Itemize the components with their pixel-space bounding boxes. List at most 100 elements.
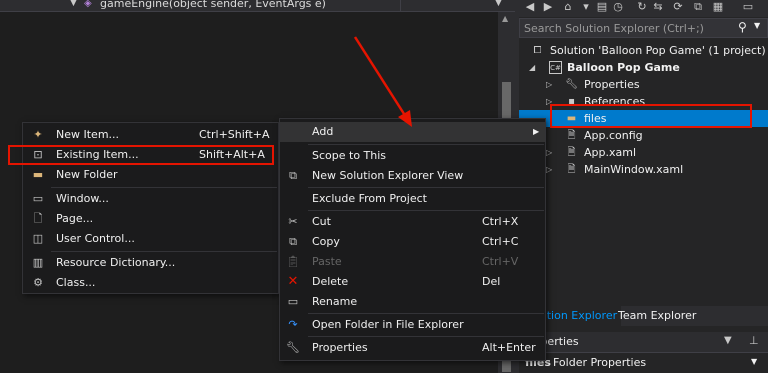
show-all-files-icon[interactable]: ▤ <box>595 0 609 14</box>
tree-item-label: Balloon Pop Game <box>567 61 680 74</box>
menu-item-cut[interactable]: ✂ Cut Ctrl+X <box>280 212 545 232</box>
back-icon[interactable]: ◀ <box>523 0 537 14</box>
menu-item-label: Add <box>312 125 334 138</box>
tree-item-app-config[interactable]: 🗎︎ App.config <box>519 127 768 144</box>
xaml-file-icon: 🗎︎ <box>567 164 576 175</box>
context-menu: Add ▶ Scope to This ⧉ New Solution Explo… <box>279 118 546 361</box>
tree-item-label: Solution 'Balloon Pop Game' (1 project) <box>550 44 766 57</box>
home-icon[interactable]: ⌂ <box>561 0 575 14</box>
config-file-icon: 🗎︎ <box>567 130 576 141</box>
collapsed-arrow-icon[interactable]: ▷ <box>546 76 552 93</box>
properties-icon[interactable]: ▦ <box>711 0 725 14</box>
explorer-tab-strip: Solution Explorer Team Explorer <box>519 306 768 326</box>
menu-item-label: Resource Dictionary... <box>56 256 176 269</box>
menu-item-window[interactable]: ▭ Window... <box>23 189 278 209</box>
menu-separator <box>308 210 544 211</box>
collapsed-arrow-icon[interactable]: ▷ <box>546 161 552 178</box>
menu-item-shortcut: Ctrl+V <box>482 255 519 268</box>
menu-separator <box>308 187 544 188</box>
menu-item-rename[interactable]: ▭ Rename <box>280 292 545 312</box>
solution-icon: ⧠ <box>533 45 542 56</box>
resource-dictionary-icon: ▥ <box>32 256 44 269</box>
menu-item-shortcut: Alt+Enter <box>482 341 536 354</box>
menu-item-label: Rename <box>312 295 358 308</box>
tree-item-label: MainWindow.xaml <box>584 163 684 176</box>
chevron-down-icon[interactable]: ▼ <box>70 0 77 8</box>
scroll-up-icon[interactable]: ▲ <box>502 14 508 23</box>
search-input[interactable] <box>524 21 734 36</box>
user-control-icon: ◫ <box>32 232 44 245</box>
menu-item-page[interactable]: 🗋︎ Page... <box>23 209 278 229</box>
method-signature[interactable]: gameEngine(object sender, EventArgs e) <box>100 0 326 10</box>
menu-item-label: Paste <box>312 255 342 268</box>
highlight-box <box>8 145 274 165</box>
switch-views-icon[interactable]: ▾ <box>579 0 593 14</box>
menu-item-user-control[interactable]: ◫ User Control... <box>23 229 278 249</box>
tree-item-properties[interactable]: ▷ 🔧︎ Properties <box>519 76 768 93</box>
menu-item-label: Copy <box>312 235 340 248</box>
tab-team-explorer[interactable]: Team Explorer <box>614 306 700 326</box>
pending-changes-icon[interactable]: ↻ <box>635 0 649 14</box>
menu-item-delete[interactable]: ✕ Delete Del <box>280 272 545 292</box>
menu-item-shortcut: Ctrl+Shift+A <box>199 128 270 141</box>
sync-icon[interactable]: ⇆ <box>651 0 665 14</box>
menu-item-resource-dictionary[interactable]: ▥ Resource Dictionary... <box>23 253 278 273</box>
window-icon: ▭ <box>32 192 44 205</box>
collapsed-arrow-icon[interactable]: ▷ <box>546 144 552 161</box>
menu-item-open-folder-in-file-explorer[interactable]: ↷ Open Folder in File Explorer <box>280 315 545 335</box>
menu-item-label: Page... <box>56 212 94 225</box>
selected-object-type: Folder Properties <box>553 356 647 369</box>
cut-icon: ✂ <box>288 215 298 228</box>
menu-item-copy[interactable]: ⧉ Copy Ctrl+C <box>280 232 545 252</box>
menu-item-shortcut: Del <box>482 275 501 288</box>
tree-item-label: App.config <box>584 129 643 142</box>
menu-item-label: User Control... <box>56 232 135 245</box>
menu-item-new-item[interactable]: ✦ New Item... Ctrl+Shift+A <box>23 125 278 145</box>
forward-icon[interactable]: ▶ <box>541 0 555 14</box>
chevron-down-icon[interactable]: ▼ <box>495 0 502 8</box>
menu-item-add[interactable]: Add ▶ <box>280 122 545 142</box>
menu-item-label: Properties <box>312 341 368 354</box>
tree-item-app-xaml[interactable]: ▷ 🗎︎ App.xaml <box>519 144 768 161</box>
tree-item-project[interactable]: ◢ C# Balloon Pop Game <box>519 59 768 76</box>
xaml-file-icon: 🗎︎ <box>567 147 576 158</box>
menu-item-label: Scope to This <box>312 149 387 162</box>
method-icon: ◈ <box>84 0 92 9</box>
tree-item-label: Properties <box>584 78 640 91</box>
menu-separator <box>308 313 544 314</box>
chevron-down-icon[interactable]: ▼ <box>754 21 760 30</box>
tree-item-mainwindow-xaml[interactable]: ▷ 🗎︎ MainWindow.xaml <box>519 161 768 178</box>
pin-icon[interactable]: ⊥ <box>749 334 759 347</box>
properties-panel-header: Properties ▼ ⊥ <box>519 332 768 352</box>
properties-object-selector[interactable]: files Folder Properties ▼ <box>519 352 768 373</box>
menu-item-scope-to-this[interactable]: Scope to This <box>280 146 545 166</box>
rename-icon: ▭ <box>287 295 299 308</box>
solution-explorer-search[interactable]: ⚲ ▼ <box>519 18 768 38</box>
menu-separator <box>51 251 277 252</box>
new-folder-icon: ▬ <box>32 168 44 181</box>
dropdown-icon[interactable]: ▼ <box>724 335 732 346</box>
collapse-all-icon[interactable]: ⧉ <box>691 0 705 14</box>
refresh-icon[interactable]: ⟳ <box>671 0 685 14</box>
menu-item-label: Cut <box>312 215 331 228</box>
menu-item-label: Delete <box>312 275 349 288</box>
tree-item-solution[interactable]: ⧠ Solution 'Balloon Pop Game' (1 project… <box>519 42 768 59</box>
menu-item-exclude-from-project[interactable]: Exclude From Project <box>280 189 545 209</box>
menu-item-new-folder[interactable]: ▬ New Folder <box>23 165 278 185</box>
menu-separator <box>308 336 544 337</box>
delete-icon: ✕ <box>287 274 299 289</box>
menu-item-label: Class... <box>56 276 96 289</box>
new-item-icon: ✦ <box>33 128 43 141</box>
expanded-arrow-icon[interactable]: ◢ <box>529 59 535 76</box>
search-icon[interactable]: ⚲ <box>738 20 747 34</box>
menu-item-new-solution-explorer-view[interactable]: ⧉ New Solution Explorer View <box>280 166 545 186</box>
chevron-down-icon[interactable]: ▼ <box>751 357 757 366</box>
nav-divider <box>400 0 401 12</box>
preview-icon[interactable]: ▭ <box>741 0 755 14</box>
refresh-icon: ↷ <box>288 318 298 331</box>
wrench-icon: 🔧︎ <box>565 79 578 90</box>
menu-item-shortcut: Ctrl+C <box>482 235 519 248</box>
menu-item-properties[interactable]: 🔧︎ Properties Alt+Enter <box>280 338 545 358</box>
menu-item-class[interactable]: ⚙︎ Class... <box>23 273 278 293</box>
history-icon[interactable]: ◷ <box>611 0 625 14</box>
